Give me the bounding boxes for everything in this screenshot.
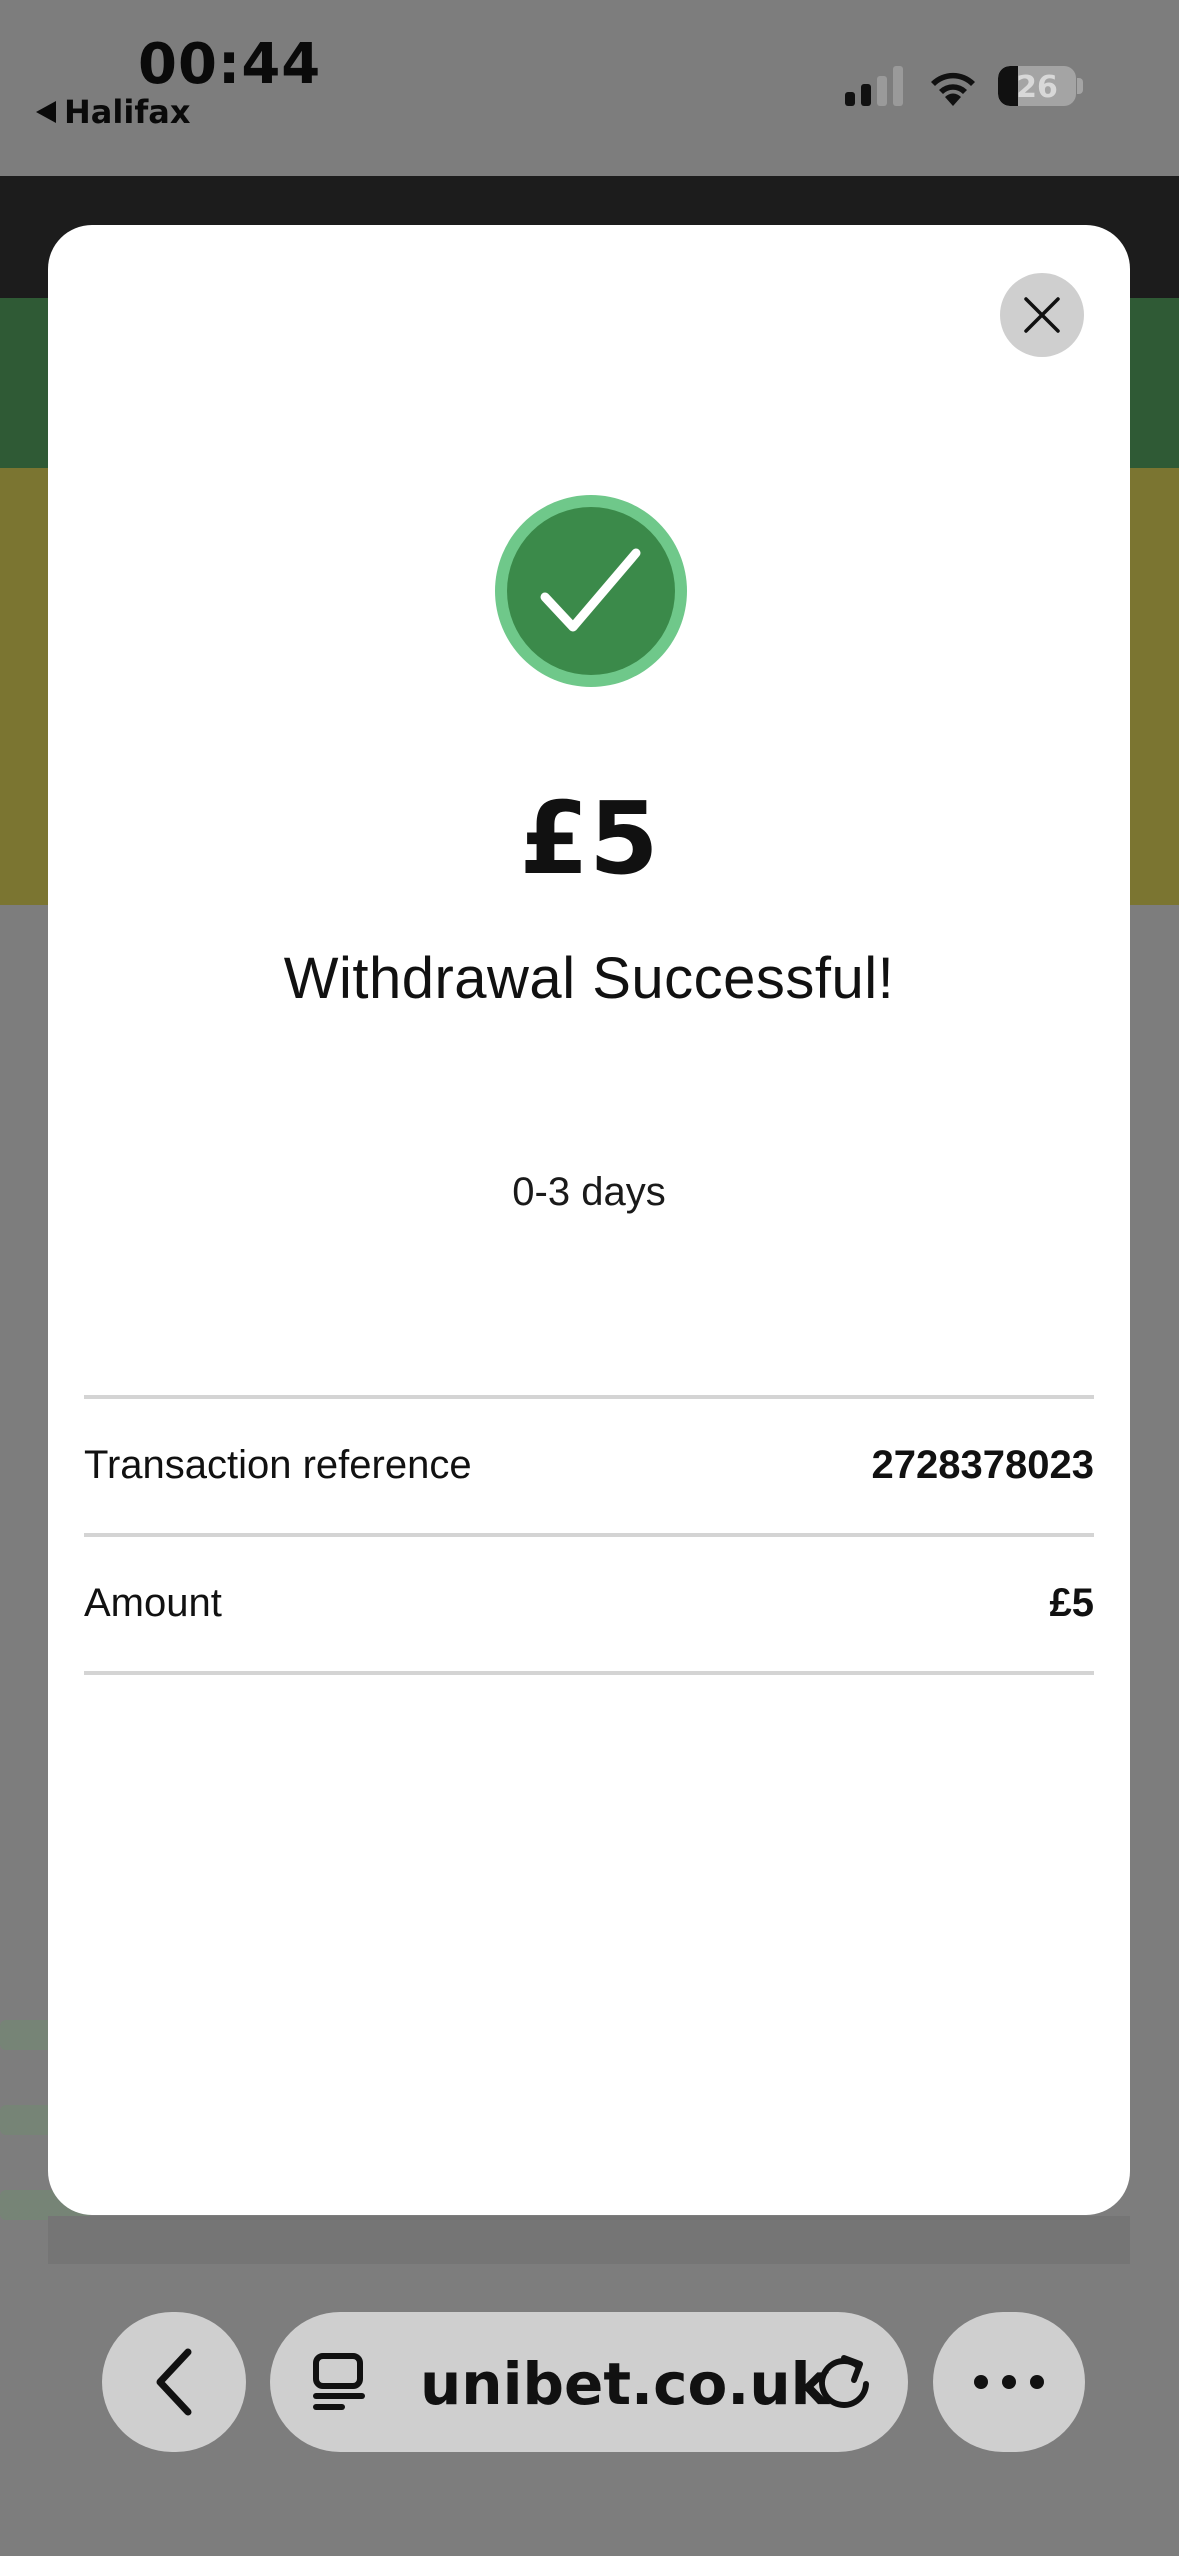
back-to-app-link[interactable]: Halifax <box>36 93 190 131</box>
wifi-icon <box>931 72 975 106</box>
status-time: 00:44 <box>138 32 322 97</box>
tab-overview-icon <box>313 2353 365 2410</box>
detail-label: Transaction reference <box>84 1442 472 1487</box>
processing-time: 0-3 days <box>512 1170 666 1214</box>
background-footer <box>48 2216 1130 2264</box>
divider <box>84 1671 1094 1675</box>
withdrawal-success-modal: £5 Withdrawal Successful! 0-3 days Trans… <box>48 225 1130 2215</box>
more-button[interactable] <box>933 2312 1085 2452</box>
checkmark-circle-icon <box>495 495 687 687</box>
battery-icon: 26 <box>998 66 1076 106</box>
address-bar[interactable]: unibet.co.uk <box>270 2312 908 2452</box>
signal-bar <box>861 84 871 106</box>
more-icon-dot <box>974 2375 988 2389</box>
close-icon <box>1024 297 1060 333</box>
browser-back-button[interactable] <box>102 2312 246 2452</box>
success-title: Withdrawal Successful! <box>283 946 895 1011</box>
chevron-left-icon <box>156 2348 192 2416</box>
more-icon-dot <box>1002 2375 1016 2389</box>
back-app-label: Halifax <box>64 93 191 131</box>
battery-tip <box>1077 78 1083 94</box>
detail-row-reference: Transaction reference 2728378023 <box>84 1399 1094 1531</box>
url-text: unibet.co.uk <box>420 2350 830 2418</box>
more-icon-dot <box>1030 2375 1044 2389</box>
cellular-signal-icon <box>845 66 903 106</box>
battery-percentage: 26 <box>1016 70 1058 105</box>
detail-label: Amount <box>84 1580 222 1625</box>
close-button[interactable] <box>1000 273 1084 357</box>
reload-icon[interactable] <box>810 2348 878 2416</box>
detail-value: £5 <box>1049 1580 1095 1625</box>
detail-value: 2728378023 <box>871 1442 1094 1487</box>
back-arrow-icon <box>36 101 56 123</box>
withdrawal-amount: £5 <box>519 780 659 897</box>
signal-bar <box>845 92 855 106</box>
detail-row-amount: Amount £5 <box>84 1537 1094 1669</box>
signal-bar <box>877 76 887 106</box>
signal-bar <box>893 66 903 106</box>
